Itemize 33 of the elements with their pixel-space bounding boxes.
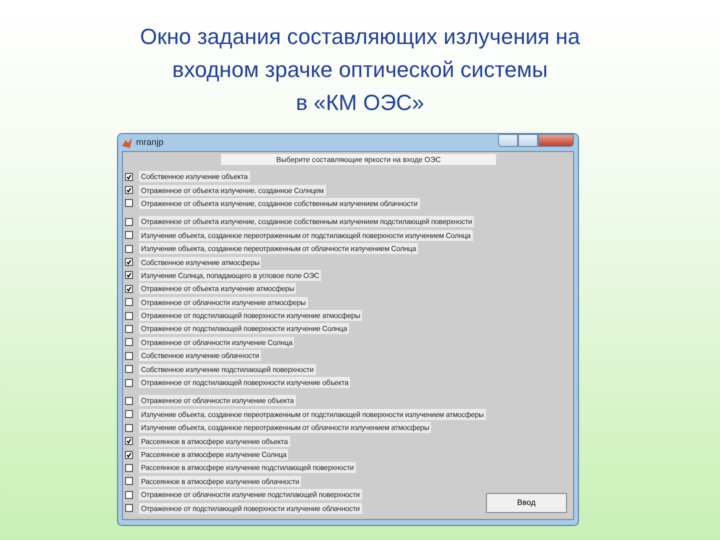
- maximize-button[interactable]: [518, 134, 538, 147]
- checkbox[interactable]: [125, 410, 133, 418]
- checkbox[interactable]: [125, 186, 133, 194]
- checkbox[interactable]: [125, 477, 133, 486]
- checkbox[interactable]: [125, 298, 133, 306]
- checkbox[interactable]: [125, 437, 133, 446]
- checkbox[interactable]: [125, 396, 133, 405]
- checkbox[interactable]: [125, 324, 133, 333]
- checkbox[interactable]: [125, 352, 133, 360]
- checkbox[interactable]: [125, 312, 133, 320]
- checkbox[interactable]: [125, 424, 133, 432]
- checkbox[interactable]: [125, 378, 133, 387]
- checkbox[interactable]: [125, 504, 133, 512]
- checkbox[interactable]: [125, 271, 133, 280]
- slide-title: в «КМ ОЭС»: [296, 90, 424, 115]
- checkbox[interactable]: [125, 199, 133, 208]
- checkbox[interactable]: [125, 365, 133, 374]
- enter-button[interactable]: Ввод: [486, 492, 567, 513]
- window-title: mranjp: [136, 136, 164, 149]
- checkbox[interactable]: [125, 490, 133, 499]
- checkbox[interactable]: [125, 450, 133, 458]
- checkbox[interactable]: [125, 258, 133, 266]
- checkbox[interactable]: [125, 172, 133, 181]
- checkbox[interactable]: [125, 231, 133, 240]
- checkbox[interactable]: [125, 284, 133, 293]
- slide-title: входном зрачке оптической системы: [172, 57, 548, 82]
- checkbox[interactable]: [125, 338, 133, 346]
- app-logo-icon: [122, 138, 132, 148]
- checkbox[interactable]: [125, 218, 133, 226]
- slide-title: Окно задания составляющих излучения на: [140, 24, 580, 49]
- minimize-button[interactable]: [498, 134, 518, 147]
- checkbox[interactable]: [125, 244, 133, 253]
- checkbox[interactable]: [125, 464, 133, 472]
